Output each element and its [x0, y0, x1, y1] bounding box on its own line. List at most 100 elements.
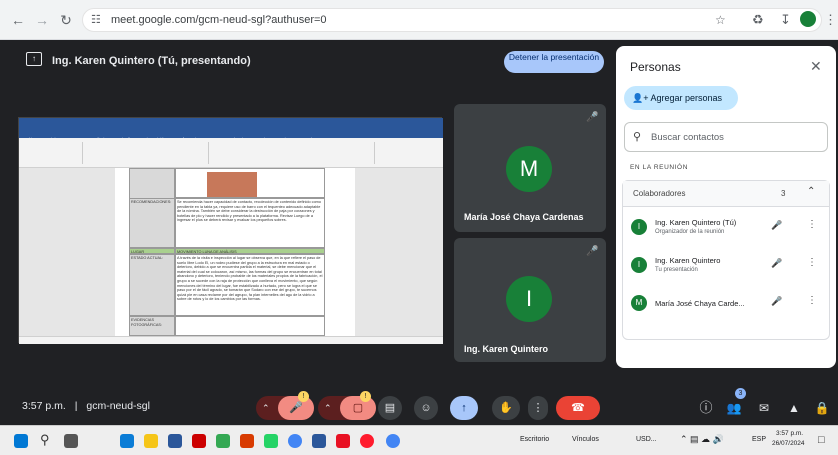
chat-icon[interactable]: ✉	[754, 396, 774, 420]
more-options-icon[interactable]: ⋮	[807, 295, 817, 306]
participant-row: I Ing. Karen Quintero Tu presentación 🎤 …	[623, 251, 829, 287]
back-icon[interactable]: ←	[8, 10, 28, 30]
download-icon[interactable]: ↧	[780, 12, 791, 28]
whatsapp-icon[interactable]	[264, 434, 278, 448]
file-explorer-icon[interactable]	[144, 434, 158, 448]
evidencias-cell	[175, 316, 325, 336]
opera-icon[interactable]	[360, 434, 374, 448]
host-controls-icon[interactable]: 🔒	[812, 396, 832, 420]
avatar: M	[631, 295, 647, 311]
presenting-label: Ing. Karen Quintero (Tú, presentando)	[52, 55, 251, 67]
site-settings-icon[interactable]: ☷	[91, 13, 101, 26]
mic-off-icon[interactable]: 🎤	[771, 220, 782, 231]
captions-button[interactable]: ▤	[378, 396, 402, 420]
in-meeting-heading: EN LA REUNIÓN	[630, 164, 689, 171]
more-options-button[interactable]: ⋮	[528, 396, 548, 420]
more-options-icon[interactable]: ⋮	[807, 219, 817, 230]
search-icon: ⚲	[633, 131, 642, 143]
chrome-active-icon[interactable]	[386, 434, 400, 448]
emoji-button[interactable]: ☺	[414, 396, 438, 420]
powerpoint-icon[interactable]	[240, 434, 254, 448]
participant-name: María José Chaya Carde...	[655, 299, 745, 308]
camera-off-button[interactable]: ▢	[340, 396, 376, 420]
add-people-label: Agregar personas	[650, 93, 723, 103]
store-icon[interactable]	[168, 434, 182, 448]
people-icon[interactable]: 👥	[724, 396, 744, 420]
stop-presenting-button[interactable]: Detener la presentación	[504, 51, 604, 73]
participant-tile: 🎤 M María José Chaya Cardenas	[454, 104, 606, 232]
bookmark-star-icon[interactable]: ☆	[715, 13, 726, 27]
participant-tile-self: 🎤 I Ing. Karen Quintero	[454, 238, 606, 362]
escritorio-toolbar[interactable]: Escritorio	[520, 436, 549, 443]
collaborators-group: Colaboradores 3 ⌃ I Ing. Karen Quintero …	[622, 180, 830, 340]
search-placeholder: Buscar contactos	[651, 132, 724, 143]
mic-off-icon[interactable]: 🎤	[771, 258, 782, 269]
avatar: I	[631, 219, 647, 235]
acrobat-icon[interactable]	[336, 434, 350, 448]
search-contacts-input[interactable]: ⚲ Buscar contactos	[624, 122, 828, 152]
task-view-icon[interactable]	[64, 434, 78, 448]
recomendaciones-text: Se recomienda hacer capacidad de contact…	[175, 198, 325, 248]
vinculos-toolbar[interactable]: Vínculos	[572, 436, 599, 443]
participant-role: Organizador de la reunión	[655, 229, 725, 235]
more-options-icon[interactable]: ⋮	[807, 257, 817, 268]
present-button[interactable]: ↑	[450, 396, 478, 420]
participant-name: María José Chaya Cardenas	[464, 212, 584, 222]
reload-icon[interactable]: ↻	[56, 10, 76, 30]
table-image-cell	[175, 168, 325, 198]
language-indicator[interactable]: ESP	[752, 436, 766, 443]
add-person-icon: 👤+	[632, 93, 649, 103]
menu-icon[interactable]: ⋮	[824, 12, 837, 28]
chevron-up-icon[interactable]: ⌃	[324, 396, 332, 420]
evidencias-label: EVIDENCIAS FOTOGRÁFICAS:	[129, 316, 175, 336]
profile-avatar[interactable]	[800, 11, 816, 27]
browser-toolbar: ← → ↻ ☷ meet.google.com/gcm-neud-sgl?aut…	[0, 0, 838, 40]
word-icon[interactable]	[312, 434, 326, 448]
word-titlebar	[19, 118, 443, 128]
mic-off-icon: 🎤	[586, 246, 599, 257]
notifications-icon[interactable]: □	[818, 434, 825, 446]
url-text: meet.google.com/gcm-neud-sgl?authuser=0	[111, 14, 327, 26]
add-people-button[interactable]: 👤+ Agregar personas	[624, 86, 738, 110]
word-statusbar	[19, 336, 443, 344]
panel-title: Personas	[630, 60, 681, 74]
end-call-button[interactable]: ☎	[556, 396, 600, 420]
collaborators-label: Colaboradores	[633, 189, 686, 198]
collaborators-header[interactable]: Colaboradores 3 ⌃	[623, 181, 829, 207]
edge-icon[interactable]	[120, 434, 134, 448]
chevron-up-icon[interactable]: ⌃	[807, 186, 815, 197]
close-icon[interactable]: ✕	[810, 58, 822, 75]
raise-hand-button[interactable]: ✋	[492, 396, 520, 420]
windows-start-icon[interactable]	[14, 434, 28, 448]
participant-row: M María José Chaya Carde... 🎤 ⋮	[623, 289, 829, 325]
address-bar[interactable]: ☷ meet.google.com/gcm-neud-sgl?authuser=…	[82, 8, 822, 32]
system-tray-icons[interactable]: ⌃ ▤ ☁ 🔊	[680, 434, 724, 445]
estado-text: A través de la visita e inspección al lu…	[175, 254, 325, 316]
camera-warning-badge: !	[360, 391, 371, 402]
avatar: M	[506, 146, 552, 192]
clock-time[interactable]: 3:57 p.m.	[776, 430, 803, 437]
separator: |	[74, 400, 78, 412]
chrome-icon[interactable]	[288, 434, 302, 448]
app-icon[interactable]	[216, 434, 230, 448]
forward-icon[interactable]: →	[32, 10, 52, 30]
collaborators-count: 3	[781, 189, 786, 198]
word-ribbon	[19, 138, 443, 168]
currency-widget[interactable]: USD...	[636, 436, 657, 443]
people-panel: Personas ✕ 👤+ Agregar personas ⚲ Buscar …	[616, 46, 836, 368]
search-icon[interactable]: ⚲	[40, 432, 50, 448]
mic-off-button[interactable]: 🎤	[278, 396, 314, 420]
activities-icon[interactable]: ▲	[784, 396, 804, 420]
chevron-up-icon[interactable]: ⌃	[262, 396, 270, 420]
avatar: I	[631, 257, 647, 273]
extensions-icon[interactable]: ♻	[752, 12, 764, 28]
participant-name: Ing. Karen Quintero (Tú)	[655, 218, 737, 227]
clock-date[interactable]: 26/07/2024	[772, 440, 805, 447]
recomendaciones-label: RECOMENDACIONES:	[129, 198, 175, 248]
mic-off-icon[interactable]: 🎤	[771, 296, 782, 307]
shared-screen: Archivo Inicio Insertar Dibujar Diseño D…	[18, 117, 443, 344]
avatar: I	[506, 276, 552, 322]
participant-role: Tu presentación	[655, 267, 698, 273]
netflix-icon[interactable]	[192, 434, 206, 448]
info-icon[interactable]: ⓘ	[696, 396, 716, 420]
